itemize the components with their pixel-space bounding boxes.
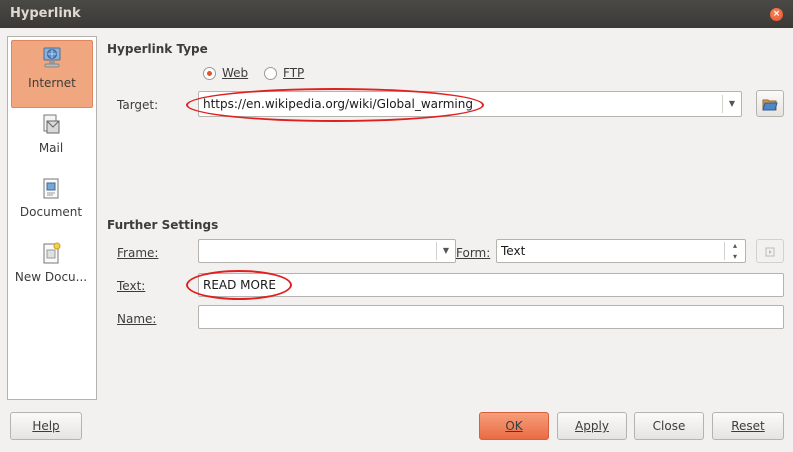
reset-button[interactable]: Reset [712,412,784,440]
close-window-icon[interactable]: × [770,8,783,21]
further-settings-heading: Further Settings [107,218,219,232]
ok-label: OK [505,419,523,433]
reset-label: Reset [731,419,765,433]
title-bar[interactable]: Hyperlink × [0,0,793,28]
name-label-text: Name: [117,312,157,326]
form-label: Form: [456,246,490,260]
form-value: Text [501,244,526,258]
apply-button[interactable]: Apply [557,412,627,440]
open-file-button[interactable] [756,90,784,117]
name-input[interactable] [198,305,784,329]
ftp-label-text: FTP [283,66,305,80]
target-dropdown-arrow-icon[interactable]: ▼ [724,93,740,115]
ok-button[interactable]: OK [479,412,549,440]
dropdown-separator [436,242,437,260]
help-label: Help [32,419,60,433]
sidebar-item-label: New Docu... [14,270,88,284]
target-input[interactable]: https://en.wikipedia.org/wiki/Global_war… [198,91,742,117]
web-label-text: Web [222,66,249,80]
ftp-radio-label[interactable]: FTP [283,66,304,80]
frame-dropdown-arrow-icon[interactable]: ▼ [438,240,454,262]
sidebar-item-label: Mail [38,141,64,155]
folder-open-icon [762,99,778,111]
frame-label-text: Frame: [117,246,159,260]
close-button[interactable]: Close [634,412,704,440]
sidebar-item-new-document[interactable]: New Docu... [11,239,91,291]
frame-label: Frame: [117,246,158,260]
category-sidebar: Internet Mail Document New Docu... [7,36,97,400]
target-value: https://en.wikipedia.org/wiki/Global_war… [203,97,473,111]
close-label: Close [652,419,686,433]
frame-combo[interactable] [198,239,456,263]
globe-computer-icon [43,47,61,68]
dropdown-separator [724,242,725,260]
apply-label: Apply [575,419,609,433]
events-button [756,239,784,263]
web-radio-label[interactable]: Web [222,66,248,80]
hyperlink-dialog: Hyperlink × Internet Mail Document New D… [0,0,793,452]
name-label: Name: [117,312,156,326]
sidebar-item-mail[interactable]: Mail [11,110,91,162]
help-button[interactable]: Help [10,412,82,440]
text-value: READ MORE [203,278,276,292]
dropdown-separator [722,95,723,113]
hyperlink-type-heading: Hyperlink Type [107,42,208,56]
sidebar-item-label: Internet [28,76,76,90]
form-spinner-icon[interactable]: ▴ ▾ [727,240,743,262]
document-icon [43,178,59,199]
ftp-radio[interactable] [264,67,277,80]
target-label: Target: [117,98,159,112]
text-label-text: Text: [117,279,146,293]
text-label: Text: [117,279,145,293]
sidebar-item-document[interactable]: Document [11,174,91,226]
dialog-title: Hyperlink [10,6,81,21]
mail-icon [43,114,60,134]
new-document-icon [43,242,61,264]
text-input[interactable]: READ MORE [198,273,784,297]
events-icon [765,247,775,257]
form-label-text: Form: [456,246,491,260]
form-select[interactable]: Text [496,239,746,263]
sidebar-item-internet[interactable]: Internet [11,40,93,108]
sidebar-item-label: Document [19,205,83,219]
web-radio[interactable] [203,67,216,80]
